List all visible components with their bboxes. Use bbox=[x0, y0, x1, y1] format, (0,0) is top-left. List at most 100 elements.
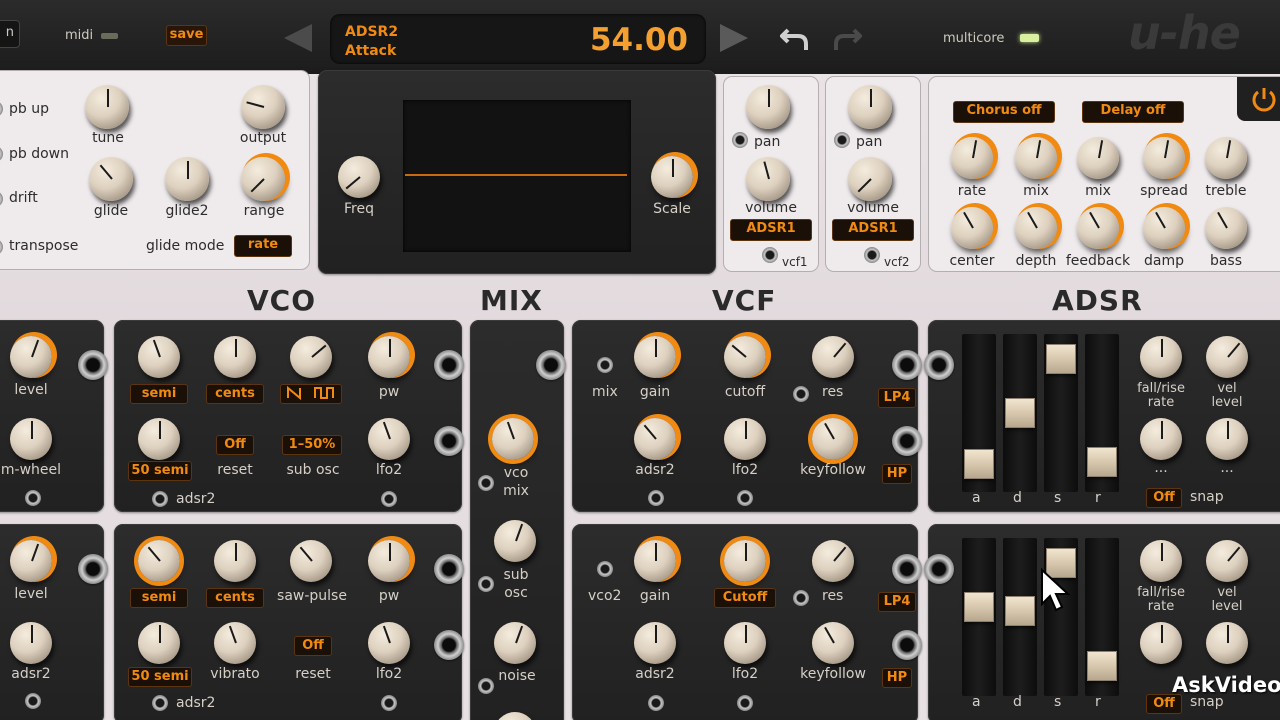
fx-mix-knob-1-2[interactable] bbox=[1015, 137, 1057, 179]
vco2-lfo2-knob[interactable] bbox=[368, 622, 410, 664]
vcf1-adsr2-knob[interactable] bbox=[634, 418, 676, 460]
vco2-semi-mod-value[interactable]: 50 semi bbox=[128, 667, 192, 687]
mod1-out-jack[interactable] bbox=[78, 350, 108, 380]
ch1-pan-jack[interactable] bbox=[732, 132, 748, 148]
mod2-out-jack[interactable] bbox=[78, 554, 108, 584]
freq-knob[interactable] bbox=[338, 156, 380, 198]
adsr1-fall-knob[interactable] bbox=[1140, 336, 1182, 378]
adsr2-extra2-knob[interactable] bbox=[1206, 622, 1248, 664]
vco2-adsr2-jack[interactable] bbox=[152, 695, 168, 711]
vco1-reset-value[interactable]: Off bbox=[216, 435, 254, 455]
adsr1-extra1-knob[interactable] bbox=[1140, 418, 1182, 460]
vco2-semi-mod-knob[interactable] bbox=[138, 622, 180, 664]
pb-down-jack[interactable] bbox=[0, 146, 3, 162]
vcf1-adsr2-jack[interactable] bbox=[648, 490, 664, 506]
adsr2-a-slider-handle[interactable] bbox=[964, 591, 994, 622]
vcf1-lfo2-jack[interactable] bbox=[737, 490, 753, 506]
vco2-semi-knob[interactable] bbox=[138, 540, 180, 582]
adsr1-in-jack[interactable] bbox=[924, 350, 954, 380]
drift-jack[interactable] bbox=[0, 191, 3, 207]
vco1-sub-value[interactable]: 1–50% bbox=[282, 435, 342, 455]
vco1-cents-label[interactable]: cents bbox=[206, 384, 264, 404]
fx-damp-knob-2-4[interactable] bbox=[1143, 207, 1185, 249]
vco2-lfo2-jack[interactable] bbox=[381, 695, 397, 711]
adsr2-d-slider-handle[interactable] bbox=[1005, 595, 1035, 626]
fx-treble-knob-1-5[interactable] bbox=[1205, 137, 1247, 179]
fx-rate-knob-1-1[interactable] bbox=[951, 137, 993, 179]
adsr2-extra1-knob[interactable] bbox=[1140, 622, 1182, 664]
glide2-knob[interactable] bbox=[165, 157, 209, 201]
vco1-lfo2-jack[interactable] bbox=[381, 491, 397, 507]
vcf1-in-jack-top[interactable] bbox=[892, 350, 922, 380]
adsr2-vel-knob[interactable] bbox=[1206, 540, 1248, 582]
prev-preset-button[interactable] bbox=[284, 24, 312, 52]
noise-knob[interactable] bbox=[494, 622, 536, 664]
vco1-cents-knob[interactable] bbox=[214, 336, 256, 378]
vco1-lfo2-knob[interactable] bbox=[368, 418, 410, 460]
vcf2-res-jack[interactable] bbox=[793, 590, 809, 606]
next-preset-button[interactable] bbox=[720, 24, 748, 52]
vcf1-mix-jack[interactable] bbox=[597, 357, 613, 373]
vcf2-adsr2-knob[interactable] bbox=[634, 622, 676, 664]
vco1-wave-select[interactable] bbox=[280, 384, 342, 404]
tune-knob[interactable] bbox=[85, 85, 129, 129]
vco1-semi-label[interactable]: semi bbox=[130, 384, 188, 404]
sub-osc-jack[interactable] bbox=[478, 576, 494, 592]
mod1-level-knob[interactable] bbox=[10, 336, 52, 378]
ch1-mod-select[interactable]: ADSR1 bbox=[730, 219, 812, 241]
vcf1-lp-select[interactable]: LP4 bbox=[878, 388, 916, 408]
vcf2-cutoff-knob[interactable] bbox=[724, 540, 766, 582]
vco1-wave-knob[interactable] bbox=[290, 336, 332, 378]
redo-icon[interactable] bbox=[832, 22, 863, 52]
left-button[interactable]: n bbox=[0, 20, 20, 48]
ch2-pan-jack[interactable] bbox=[834, 132, 850, 148]
vcf1-keyfollow-knob[interactable] bbox=[812, 418, 854, 460]
scale-knob[interactable] bbox=[651, 156, 693, 198]
ch1-vcf-jack[interactable] bbox=[762, 247, 778, 263]
fx-feedback-knob-2-3[interactable] bbox=[1077, 207, 1119, 249]
vcf1-cutoff-knob[interactable] bbox=[724, 336, 766, 378]
undo-icon[interactable] bbox=[779, 22, 810, 52]
adsr2-in-jack[interactable] bbox=[924, 554, 954, 584]
mod1-jack[interactable] bbox=[25, 490, 41, 506]
vcf2-in-jack-bottom[interactable] bbox=[892, 630, 922, 660]
transpose-jack[interactable] bbox=[0, 239, 3, 255]
adsr1-s-slider-handle[interactable] bbox=[1046, 344, 1076, 375]
vco1-adsr2-jack[interactable] bbox=[152, 491, 168, 507]
vco2-sawpulse-knob[interactable] bbox=[290, 540, 332, 582]
vcf2-lp-select[interactable]: LP4 bbox=[878, 592, 916, 612]
adsr1-a-slider-handle[interactable] bbox=[964, 449, 994, 480]
fx-center-knob-2-1[interactable] bbox=[951, 207, 993, 249]
ch2-volume-knob[interactable] bbox=[848, 157, 892, 201]
vco2-out-jack-top[interactable] bbox=[434, 554, 464, 584]
vco2-out-jack-bottom[interactable] bbox=[434, 630, 464, 660]
range-knob[interactable] bbox=[241, 157, 285, 201]
vcf2-keyfollow-knob[interactable] bbox=[812, 622, 854, 664]
fx-mix-knob-1-3[interactable] bbox=[1077, 137, 1119, 179]
mod1-mwheel-knob[interactable] bbox=[10, 418, 52, 460]
adsr1-snap-value[interactable]: Off bbox=[1146, 488, 1182, 508]
fx-bass-knob-2-5[interactable] bbox=[1205, 207, 1247, 249]
vcf2-in-jack-top[interactable] bbox=[892, 554, 922, 584]
vco1-out-jack-top[interactable] bbox=[434, 350, 464, 380]
mod2-jack[interactable] bbox=[25, 693, 41, 709]
vco2-vibrato-knob[interactable] bbox=[214, 622, 256, 664]
vcf2-adsr2-jack[interactable] bbox=[648, 695, 664, 711]
adsr2-fall-knob[interactable] bbox=[1140, 540, 1182, 582]
chorus-toggle[interactable]: Chorus off bbox=[953, 101, 1055, 123]
glide-knob[interactable] bbox=[89, 157, 133, 201]
ch2-mod-select[interactable]: ADSR1 bbox=[832, 219, 914, 241]
glide-mode-select[interactable]: rate bbox=[234, 235, 292, 257]
ch1-volume-knob[interactable] bbox=[746, 157, 790, 201]
vcf1-hp-select[interactable]: HP bbox=[882, 464, 912, 484]
vcf1-in-jack-bottom[interactable] bbox=[892, 426, 922, 456]
vcf2-res-knob[interactable] bbox=[812, 540, 854, 582]
adsr2-snap-value[interactable]: Off bbox=[1146, 694, 1182, 714]
vcf1-lfo2-knob[interactable] bbox=[724, 418, 766, 460]
vco2-reset-value[interactable]: Off bbox=[294, 636, 332, 656]
vco2-pw-knob[interactable] bbox=[368, 540, 410, 582]
vco2-cents-knob[interactable] bbox=[214, 540, 256, 582]
noise-jack[interactable] bbox=[478, 678, 494, 694]
fx-power-button[interactable] bbox=[1237, 77, 1280, 121]
mix-out-jack[interactable] bbox=[536, 350, 566, 380]
